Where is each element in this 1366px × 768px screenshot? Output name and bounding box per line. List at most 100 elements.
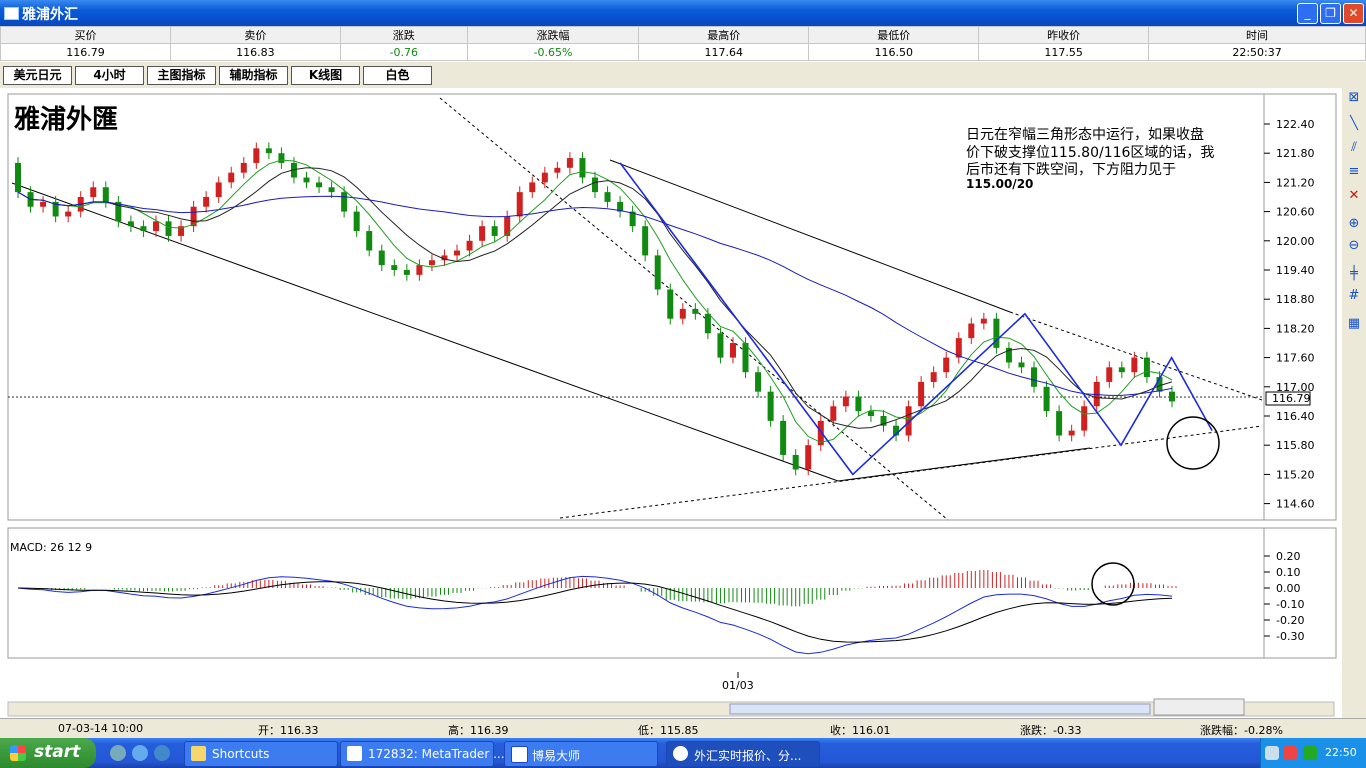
quicklaunch-media-icon[interactable] [110, 745, 126, 761]
price-label: 120.00 [1276, 235, 1315, 248]
candle-body [428, 260, 435, 266]
scrollbar-thumb[interactable] [729, 703, 1151, 715]
folder-icon [191, 746, 206, 761]
channel-icon[interactable]: ⫽ [1346, 140, 1362, 156]
sub-indicator-button[interactable]: 辅助指标 [219, 66, 288, 85]
quote-value: 116.83 [169, 43, 341, 61]
candle-body [240, 162, 247, 173]
start-button[interactable]: start [0, 738, 96, 768]
price-label: 119.40 [1276, 264, 1315, 277]
candle-body [378, 250, 385, 266]
quote-value: 22:50:37 [1148, 43, 1366, 61]
candle-body [968, 323, 975, 339]
candle-body [805, 445, 812, 470]
watermark-logo: 雅浦外匯 [14, 104, 118, 135]
main-indicator-button[interactable]: 主图指标 [147, 66, 216, 85]
macd-axis-label: -0.30 [1276, 630, 1304, 643]
candle-body [90, 187, 97, 197]
candle-body [165, 221, 172, 236]
price-label: 120.60 [1276, 206, 1315, 219]
candle-body [943, 357, 950, 373]
maximize-button[interactable]: ❐ [1320, 3, 1341, 24]
tray-app-icon[interactable] [1283, 746, 1297, 760]
zoom-out-icon[interactable]: ⊖ [1346, 238, 1362, 254]
candle-body [215, 182, 222, 197]
date-label: 01/03 [722, 679, 754, 692]
price-label: 121.20 [1276, 176, 1315, 189]
candle-body [1056, 411, 1063, 436]
mini-toolbar[interactable] [1153, 698, 1245, 716]
fibonacci-icon[interactable]: ≡ [1346, 164, 1362, 180]
candle-body [316, 182, 323, 188]
candle-body [554, 167, 561, 173]
tray-chart-icon[interactable] [1303, 746, 1317, 760]
candle-body [140, 226, 147, 232]
status-change-pct: 涨跌幅：-0.28% [1200, 724, 1283, 737]
trendline-icon[interactable]: ╲ [1346, 116, 1362, 132]
candle-body [353, 211, 360, 232]
price-label: 122.40 [1276, 118, 1315, 131]
quote-value: 116.79 [0, 43, 171, 61]
timeframe-button[interactable]: 4小时 [75, 66, 144, 85]
macd-axis-label: -0.20 [1276, 614, 1304, 627]
candle-body [265, 148, 272, 154]
price-label: 118.20 [1276, 322, 1315, 335]
task-metatrader[interactable]: 172832: MetaTrader ... [340, 741, 505, 767]
chart-settings-icon[interactable]: ▦ [1346, 316, 1362, 332]
grid-icon[interactable]: # [1346, 288, 1362, 304]
tray-back-icon[interactable] [1265, 746, 1279, 760]
quicklaunch-app-icon[interactable] [154, 745, 170, 761]
task-label: 博易大师 [532, 749, 581, 763]
candle-body [755, 372, 762, 392]
quote-value: -0.76 [339, 43, 468, 61]
status-low: 低：115.85 [638, 724, 699, 737]
price-label: 115.20 [1276, 468, 1315, 481]
color-scheme-button[interactable]: 白色 [363, 66, 432, 85]
task-shortcuts[interactable]: Shortcuts [184, 741, 338, 767]
quote-value: -0.65% [466, 43, 640, 61]
delete-icon[interactable]: ✕ [1346, 188, 1362, 204]
status-open: 开：116.33 [258, 724, 319, 737]
price-label: 117.60 [1276, 352, 1315, 365]
price-chart[interactable]: 122.40 121.80 121.20 120.60 120.00 119.40 118.… [0, 88, 1342, 718]
macd-pane [7, 527, 1265, 659]
chart-area[interactable]: 122.40 121.80 121.20 120.60 120.00 119.40 118.… [0, 88, 1342, 718]
candle-body [780, 420, 787, 455]
quote-header: 涨跌幅 [466, 26, 640, 44]
candle-body [1169, 391, 1175, 402]
candle-body [767, 391, 774, 421]
candle-body [278, 153, 285, 163]
candle-body [667, 289, 674, 319]
task-forex-quote[interactable]: 外汇实时报价、分... [666, 741, 820, 767]
title-bar: 雅浦外汇 _ ❐ ✕ [0, 0, 1366, 26]
minimize-button[interactable]: _ [1297, 3, 1318, 24]
pane-close-icon[interactable]: ⊠ [1346, 90, 1362, 106]
price-label: 115.80 [1276, 439, 1315, 452]
macd-axis-label: 0.00 [1276, 582, 1301, 595]
candle-body [654, 255, 661, 290]
task-boyi[interactable]: 博易大师 [504, 741, 658, 767]
macd-axis-label: 0.20 [1276, 550, 1301, 563]
candle-body [918, 381, 925, 407]
quote-header: 最高价 [638, 26, 810, 44]
candle-body [203, 197, 210, 207]
candle-body [1143, 357, 1150, 378]
quicklaunch-browser-icon[interactable] [132, 745, 148, 761]
candle-body [65, 211, 72, 217]
candle-body [328, 187, 335, 193]
crosshair-icon[interactable]: ╪ [1346, 266, 1362, 282]
candle-body [40, 201, 47, 207]
status-high: 高：116.39 [448, 724, 509, 737]
quote-header: 卖价 [169, 26, 341, 44]
symbol-button[interactable]: 美元日元 [3, 66, 72, 85]
windows-logo-icon [10, 745, 26, 761]
zoom-in-icon[interactable]: ⊕ [1346, 216, 1362, 232]
status-change: 涨跌：-0.33 [1020, 724, 1082, 737]
candle-body [491, 226, 498, 236]
candle-body [679, 308, 686, 319]
close-button[interactable]: ✕ [1343, 3, 1364, 24]
candle-body [479, 226, 486, 241]
candle-body [15, 162, 21, 193]
chart-type-button[interactable]: K线图 [291, 66, 360, 85]
candle-body [993, 318, 1000, 348]
